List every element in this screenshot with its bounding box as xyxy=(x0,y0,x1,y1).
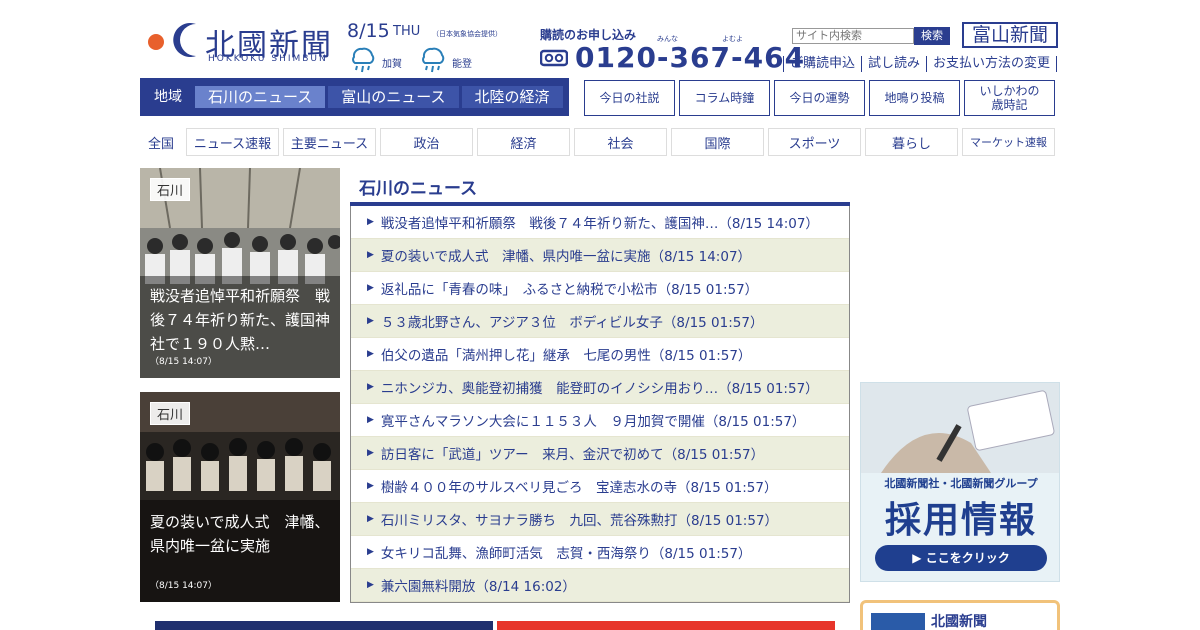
list-item[interactable]: ▶ 石川ミリスタ、サヨナラ勝ち 九回、荒谷殊勲打（8/15 01:57） xyxy=(351,503,849,536)
triangle-right-icon: ▶ xyxy=(367,448,374,458)
weather-source[interactable]: （日本気象協会提供） xyxy=(432,29,502,39)
caption-text: 戦没者追悼平和祈願祭 戦後７４年祈り新た、護国神社で１９０人黙… xyxy=(150,287,331,353)
news-headline: 訪日客に「武道」ツアー 来月、金沢で初めて（8/15 01:57） xyxy=(380,447,765,463)
cat-lifestyle[interactable]: 暮らし xyxy=(865,128,958,156)
hokkoku-promo-box[interactable]: 北國新聞 xyxy=(860,600,1060,630)
search-input[interactable] xyxy=(792,28,914,44)
triangle-right-icon: ▶ xyxy=(367,547,374,557)
caption-text: 夏の装いで成人式 津幡、県内唯一盆に実施 xyxy=(150,513,330,555)
cat-sports[interactable]: スポーツ xyxy=(768,128,861,156)
news-headline: 寛平さんマラソン大会に１１５３人 ９月加賀で開催（8/15 01:57） xyxy=(380,414,806,430)
news-list: ▶ 戦没者追悼平和祈願祭 戦後７４年祈り新た、護国神…（8/15 14:07） ▶… xyxy=(350,206,850,603)
cat-economy[interactable]: 経済 xyxy=(477,128,570,156)
list-item[interactable]: ▶ 伯父の遺品「満州押し花」継承 七尾の男性（8/15 01:57） xyxy=(351,338,849,371)
top-links: ご購読申込 試し読み お支払い方法の変更 xyxy=(783,56,1058,72)
subscribe-link[interactable]: ご購読申込 xyxy=(783,56,861,72)
subscribe-phone[interactable]: 0120-367-464 xyxy=(575,41,805,74)
payment-change-link[interactable]: お支払い方法の変更 xyxy=(926,56,1058,72)
ad-photo-tablet xyxy=(861,383,1059,473)
news-headline: ニホンジカ、奥能登初捕獲 能登町のイノシシ用おり…（8/15 01:57） xyxy=(380,381,819,397)
hokkoku-logo-mark[interactable] xyxy=(140,16,198,64)
list-item[interactable]: ▶ 夏の装いで成人式 津幡、県内唯一盆に実施（8/15 14:07） xyxy=(351,239,849,272)
ishikawa-seasons-button[interactable]: いしかわの 歳時記 xyxy=(964,80,1055,116)
news-headline: 返礼品に「青春の味」 ふるさと納税で小松市（8/15 01:57） xyxy=(380,282,759,298)
cat-top-news[interactable]: 主要ニュース xyxy=(283,128,376,156)
tab-toyama-news[interactable]: 富山のニュース xyxy=(328,86,459,108)
bottom-banner-right[interactable] xyxy=(497,621,835,630)
column-jisho-button[interactable]: コラム時鐘 xyxy=(679,80,770,116)
cat-politics[interactable]: 政治 xyxy=(380,128,473,156)
list-item[interactable]: ▶ 戦没者追悼平和祈願祭 戦後７４年祈り新た、護国神…（8/15 14:07） xyxy=(351,206,849,239)
photo-caption: 夏の装いで成人式 津幡、県内唯一盆に実施 （8/15 14:07） xyxy=(140,500,340,602)
ad-click-button[interactable]: ▶ ここをクリック xyxy=(875,545,1047,571)
triangle-right-icon: ▶ xyxy=(367,316,374,326)
cat-breaking-news[interactable]: ニュース速報 xyxy=(186,128,279,156)
news-headline: 兼六園無料開放（8/14 16:02） xyxy=(380,579,576,595)
news-headline: 樹齢４００年のサルスベリ見ごろ 宝達志水の寺（8/15 01:57） xyxy=(380,480,778,496)
toyama-shimbun-link[interactable]: 富山新聞 xyxy=(962,22,1058,48)
list-item[interactable]: ▶ 女キリコ乱舞、漁師町活気 志賀・西海祭り（8/15 01:57） xyxy=(351,536,849,569)
trial-link[interactable]: 試し読み xyxy=(861,56,926,72)
search-button[interactable]: 検索 xyxy=(914,27,950,45)
weather-noto: 能登 xyxy=(452,59,472,70)
triangle-right-icon: ▶ xyxy=(367,415,374,425)
cat-society[interactable]: 社会 xyxy=(574,128,667,156)
main-nav: 地域 石川のニュース 富山のニュース 北陸の経済 xyxy=(140,78,569,116)
photo-story-1[interactable]: 石川 戦没者追悼平和祈願祭 戦後７４年祈り新た、護国神社で１９０人黙… （8/1… xyxy=(140,168,340,378)
rain-icon xyxy=(352,47,375,73)
weekday: THU xyxy=(393,24,421,39)
triangle-right-icon: ▶ xyxy=(367,283,374,293)
triangle-right-icon: ▶ xyxy=(367,514,374,524)
weather-kaga: 加賀 xyxy=(382,59,402,70)
list-item[interactable]: ▶ ５３歳北野さん、アジア３位 ボディビル女子（8/15 01:57） xyxy=(351,305,849,338)
news-section-title: 石川のニュース xyxy=(359,179,478,199)
news-headline: 伯父の遺品「満州押し花」継承 七尾の男性（8/15 01:57） xyxy=(380,348,752,364)
horoscope-button[interactable]: 今日の運勢 xyxy=(774,80,865,116)
rain-icon xyxy=(422,47,445,73)
date: 8/15 xyxy=(347,20,390,42)
list-item[interactable]: ▶ 返礼品に「青春の味」 ふるさと納税で小松市（8/15 01:57） xyxy=(351,272,849,305)
photo-story-2[interactable]: 石川 夏の装いで成人式 津幡、県内唯一盆に実施 （8/15 14:07） xyxy=(140,392,340,602)
freedial-icon xyxy=(540,49,568,67)
news-headline: ５３歳北野さん、アジア３位 ボディビル女子（8/15 01:57） xyxy=(380,315,764,331)
promo-text: 北國新聞 xyxy=(931,614,987,630)
bottom-banner-left[interactable] xyxy=(155,621,493,630)
cat-national-label: 全国 xyxy=(147,136,174,152)
category-nav: 全国 ニュース速報 主要ニュース 政治 経済 社会 国際 スポーツ 暮らし マー… xyxy=(140,128,1059,156)
tab-hokuriku-economy[interactable]: 北陸の経済 xyxy=(461,86,563,108)
promo-logo xyxy=(871,613,925,630)
news-headline: 女キリコ乱舞、漁師町活気 志賀・西海祭り（8/15 01:57） xyxy=(380,546,752,562)
region-tag: 石川 xyxy=(150,402,191,425)
logo-subtitle: HOKKOKU SHIMBUN xyxy=(208,54,328,64)
caption-time: （8/15 14:07） xyxy=(150,357,218,367)
caption-time: （8/15 14:07） xyxy=(150,581,218,591)
news-headline: 石川ミリスタ、サヨナラ勝ち 九回、荒谷殊勲打（8/15 01:57） xyxy=(380,513,779,529)
list-item[interactable]: ▶ ニホンジカ、奥能登初捕獲 能登町のイノシシ用おり…（8/15 01:57） xyxy=(351,371,849,404)
triangle-right-icon: ▶ xyxy=(367,349,374,359)
cat-international[interactable]: 国際 xyxy=(671,128,764,156)
list-item[interactable]: ▶ 訪日客に「武道」ツアー 来月、金沢で初めて（8/15 01:57） xyxy=(351,437,849,470)
list-item[interactable]: ▶ 寛平さんマラソン大会に１１５３人 ９月加賀で開催（8/15 01:57） xyxy=(351,404,849,437)
ad-company-text: 北國新聞社・北國新聞グループ xyxy=(884,477,1038,490)
recruit-ad-banner[interactable]: 北國新聞社・北國新聞グループ 採用情報 ▶ ここをクリック xyxy=(860,382,1060,582)
list-item[interactable]: ▶ 樹齢４００年のサルスベリ見ごろ 宝達志水の寺（8/15 01:57） xyxy=(351,470,849,503)
tab-ishikawa-news[interactable]: 石川のニュース xyxy=(195,86,326,108)
triangle-right-icon: ▶ xyxy=(367,217,374,227)
triangle-right-icon: ▶ xyxy=(367,481,374,491)
region-tag: 石川 xyxy=(150,178,191,201)
triangle-right-icon: ▶ xyxy=(367,580,374,590)
cat-market-news[interactable]: マーケット速報 xyxy=(962,128,1055,156)
list-item[interactable]: ▶ 兼六園無料開放（8/14 16:02） xyxy=(351,569,849,602)
ad-headline: 採用情報 xyxy=(884,500,1037,541)
news-headline: 戦没者追悼平和祈願祭 戦後７４年祈り新た、護国神…（8/15 14:07） xyxy=(380,216,819,232)
triangle-right-icon: ▶ xyxy=(367,382,374,392)
triangle-right-icon: ▶ xyxy=(367,250,374,260)
reader-post-button[interactable]: 地鳴り投稿 xyxy=(869,80,960,116)
region-label: 地域 xyxy=(154,89,182,105)
photo-caption: 戦没者追悼平和祈願祭 戦後７４年祈り新た、護国神社で１９０人黙… （8/15 1… xyxy=(140,276,340,378)
news-headline: 夏の装いで成人式 津幡、県内唯一盆に実施（8/15 14:07） xyxy=(380,249,752,265)
editorial-button[interactable]: 今日の社説 xyxy=(584,80,675,116)
